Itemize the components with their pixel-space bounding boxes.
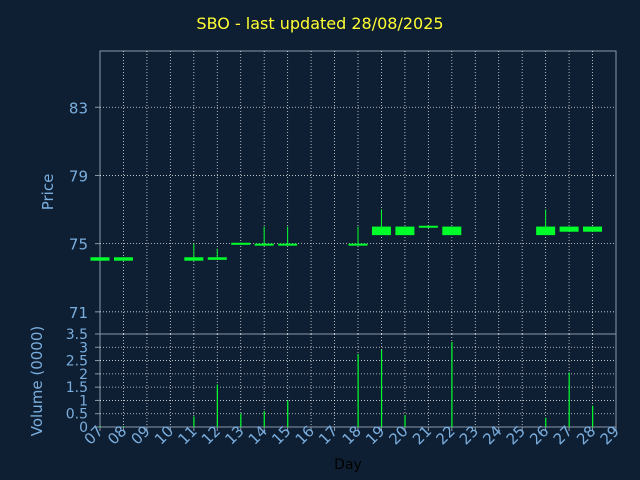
volume-bar [99, 426, 101, 427]
volume-bar [380, 349, 383, 427]
x-tick-label: 29 [597, 422, 623, 448]
price-ytick-label: 75 [69, 236, 88, 254]
volume-bar [216, 384, 218, 427]
x-tick-label: 18 [339, 422, 365, 448]
candle-body [442, 226, 462, 236]
x-tick-label: 11 [174, 422, 200, 448]
x-tick-label: 21 [409, 422, 435, 448]
candle-body [90, 257, 110, 261]
x-tick-label: 13 [221, 422, 247, 448]
x-tick-label: 26 [526, 422, 552, 448]
price-axis-label: Price [39, 174, 57, 211]
x-tick-label: 12 [198, 422, 224, 448]
candle-body [278, 243, 298, 246]
x-tick-label: 14 [245, 422, 271, 448]
price-ytick-label: 79 [69, 167, 88, 185]
volume-bar [568, 372, 570, 427]
volume-bar [592, 405, 594, 427]
x-axis-label: Day [334, 457, 362, 473]
candle-body [348, 243, 368, 246]
volume-bar [287, 400, 289, 427]
volume-bar [357, 353, 359, 427]
price-ytick-label: 83 [69, 99, 88, 117]
x-tick-label: 24 [479, 422, 505, 448]
candle-body [536, 226, 556, 236]
candle-body [371, 226, 391, 236]
candle-body [395, 226, 415, 236]
candle-body [113, 257, 133, 261]
x-tick-label: 09 [128, 422, 154, 448]
x-tick-label: 27 [550, 422, 576, 448]
x-tick-label: 19 [362, 422, 388, 448]
volume-bar [193, 416, 195, 427]
volume-bar [451, 341, 453, 427]
x-tick-label: 25 [503, 422, 529, 448]
volume-bar [404, 415, 406, 427]
x-tick-label: 17 [315, 422, 341, 448]
x-tick-label: 28 [573, 422, 599, 448]
candle-body [184, 257, 204, 261]
chart-svg: 7175798300.511.522.533.5PriceVolume (000… [28, 50, 623, 448]
candle-body [254, 243, 274, 246]
x-tick-label: 15 [268, 422, 294, 448]
candle-body [418, 225, 438, 228]
x-tick-label: 08 [104, 422, 130, 448]
volume-bar [240, 413, 242, 427]
candle-body [207, 257, 227, 260]
candle-body [231, 242, 251, 245]
volume-axis-label: Volume (0000) [28, 326, 46, 436]
x-tick-label: 16 [292, 422, 318, 448]
volume-bar [545, 417, 547, 427]
x-tick-label: 23 [456, 422, 482, 448]
volume-bar [263, 411, 265, 427]
candle-body [583, 226, 603, 232]
candle-body [559, 226, 579, 232]
x-tick-label: 22 [432, 422, 458, 448]
volume-ytick-label: 3.5 [66, 327, 88, 343]
price-ytick-label: 71 [69, 304, 88, 322]
x-tick-label: 20 [386, 422, 412, 448]
volume-bar [122, 426, 125, 427]
x-tick-label: 10 [151, 422, 177, 448]
